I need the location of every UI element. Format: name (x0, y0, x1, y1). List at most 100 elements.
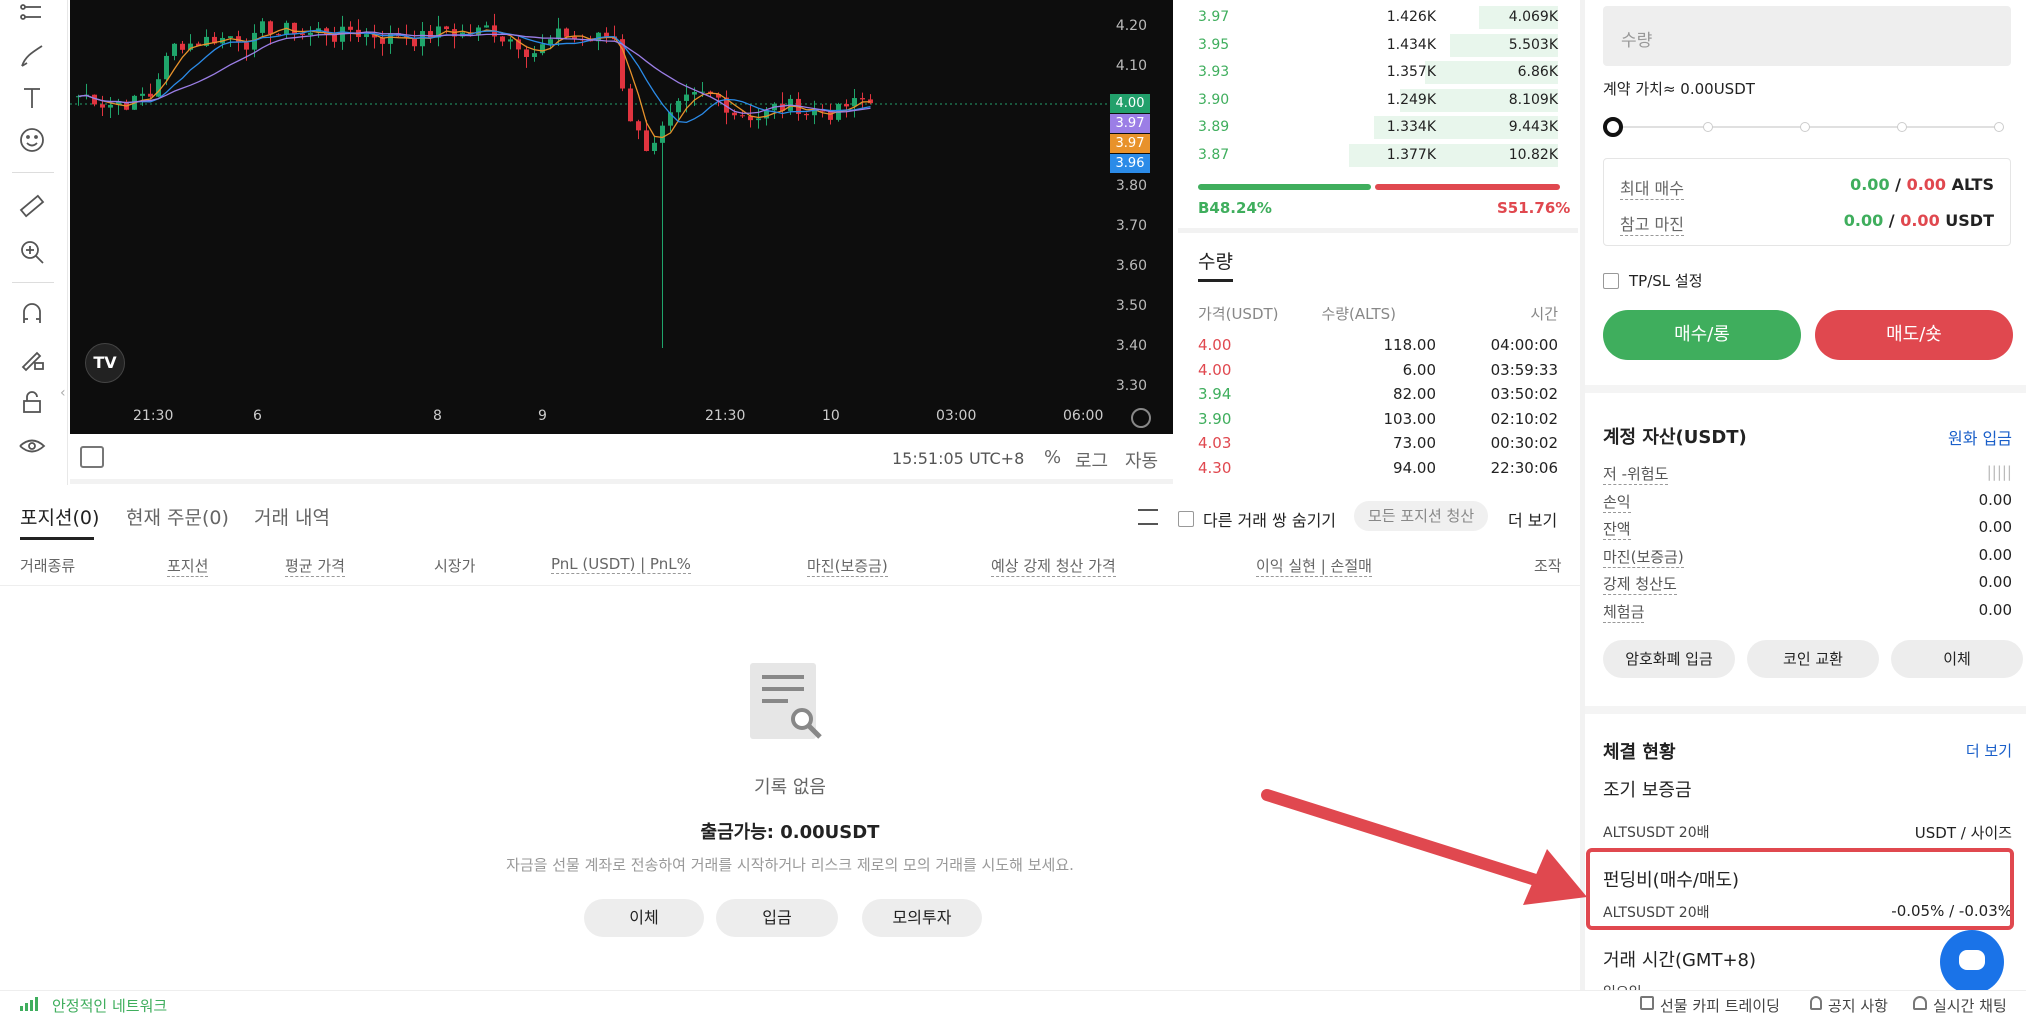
orderbook-qty: 1.249K (1386, 91, 1436, 108)
tpsl-checkbox[interactable] (1603, 273, 1619, 289)
x-tick: 21:30 (133, 408, 174, 424)
demo-trading-button[interactable]: 모의투자 (862, 899, 982, 937)
text-icon[interactable] (14, 80, 50, 116)
hide-other-pairs-checkbox[interactable] (1178, 511, 1194, 527)
orderbook-row[interactable]: 3.93 1.357K 6.86K (1198, 59, 1558, 86)
settings-gear-icon[interactable] (1131, 408, 1151, 428)
contract-more-link[interactable]: 더 보기 (1966, 740, 2012, 761)
candle-body (812, 110, 817, 116)
trade-qty: 82.00 (1393, 385, 1436, 403)
slider-stop[interactable] (1800, 122, 1810, 132)
slider-stop[interactable] (1994, 122, 2004, 132)
tab-trade-history[interactable]: 거래 내역 (254, 503, 330, 530)
orderbook-row[interactable]: 3.87 1.377K 10.82K (1198, 142, 1558, 169)
coin-swap-button[interactable]: 코인 교환 (1747, 640, 1879, 678)
account-row-value: ||||| (1986, 463, 2012, 481)
eye-icon[interactable] (14, 428, 50, 464)
orderbook-qty: 1.357K (1386, 64, 1436, 80)
col-header: 거래종류 (20, 557, 76, 575)
candle-body (228, 36, 233, 38)
ruler-icon[interactable] (14, 188, 50, 224)
live-chat-button[interactable] (1940, 930, 2004, 994)
network-status: 안정적인 네트워크 (52, 997, 168, 1015)
price-tag-last: 4.00 (1110, 94, 1150, 113)
brush-icon[interactable] (14, 38, 50, 74)
tab-positions[interactable]: 포지션(0) (20, 503, 99, 530)
orderbook-row[interactable]: 3.95 1.434K 5.503K (1198, 32, 1558, 59)
orderbook-row[interactable]: 3.90 1.249K 8.109K (1198, 87, 1558, 114)
more-link[interactable]: 더 보기 (1508, 507, 1557, 531)
trend-line-icon[interactable] (14, 0, 50, 32)
deposit-button[interactable]: 입금 (716, 899, 838, 937)
orderbook-row[interactable]: 3.89 1.334K 9.443K (1198, 114, 1558, 141)
y-tick: 3.60 (1115, 258, 1147, 274)
col-header: 마진(보증금) (807, 557, 888, 577)
sell-short-button[interactable]: 매도/숏 (1815, 310, 2013, 360)
filter-sort-icon[interactable] (1138, 509, 1158, 525)
trade-qty: 73.00 (1393, 434, 1436, 452)
x-tick: 03:00 (936, 408, 977, 424)
candle-body (276, 34, 281, 36)
buy-long-button[interactable]: 매수/롱 (1603, 310, 1801, 360)
account-row-label: 손익 (1603, 492, 1631, 513)
pencil-lock-icon[interactable] (14, 340, 50, 376)
positions-panel: 포지션(0) 현재 주문(0) 거래 내역 다른 거래 쌍 숨기기 모든 포지션… (0, 485, 1580, 990)
max-buy-label: 최대 매수 (1620, 175, 1684, 200)
candle-body (332, 34, 337, 42)
col-header: 포지션 (167, 557, 209, 577)
leverage-slider-handle[interactable] (1603, 117, 1623, 137)
zoom-in-icon[interactable] (14, 234, 50, 270)
trade-time: 03:50:02 (1490, 385, 1558, 403)
collapse-arrow-icon[interactable]: ‹ (60, 385, 68, 405)
orderbook-price: 3.95 (1198, 36, 1230, 53)
tab-quantity[interactable]: 수량 (1198, 247, 1233, 274)
col-header: 예상 강제 청산 가격 (991, 557, 1116, 577)
headset-icon (1913, 996, 1927, 1010)
close-all-button[interactable]: 모든 포지션 청산 (1354, 501, 1489, 531)
crypto-deposit-button[interactable]: 암호화폐 입금 (1603, 640, 1735, 678)
log-toggle[interactable]: 로그 (1075, 447, 1108, 473)
auto-toggle[interactable]: 자동 (1125, 447, 1158, 473)
order-book: 3.97 1.426K 4.069K 3.95 1.434K 5.503K 3.93 1.35… (1178, 0, 1578, 232)
chat-bubble-icon (1959, 950, 1985, 970)
candle-body (628, 88, 633, 122)
candle-body (268, 21, 273, 35)
account-transfer-button[interactable]: 이체 (1891, 640, 2023, 678)
live-chat-link[interactable]: 실시간 채팅 (1933, 995, 2007, 1016)
candle-body (180, 43, 185, 50)
orderbook-price: 3.87 (1198, 146, 1230, 163)
y-tick: 4.10 (1115, 58, 1147, 74)
candle-body (860, 98, 865, 100)
slider-stop[interactable] (1897, 122, 1907, 132)
candle-body (852, 98, 857, 107)
quantity-input[interactable]: 수량 (1603, 6, 2011, 66)
notice-link[interactable]: 공지 사항 (1828, 995, 1888, 1016)
orderbook-row[interactable]: 3.97 1.426K 4.069K (1198, 4, 1558, 31)
lock-icon[interactable] (14, 384, 50, 420)
y-tick: 3.80 (1115, 178, 1147, 194)
price-chart[interactable]: 4.20 4.10 3.80 3.70 3.60 3.50 3.40 3.30 … (70, 0, 1173, 434)
krw-deposit-link[interactable]: 원화 입금 (1948, 425, 2012, 449)
sell-ratio: S51.76% (1497, 199, 1571, 217)
y-tick: 4.20 (1115, 18, 1147, 34)
calendar-goto-icon[interactable] (80, 446, 104, 468)
candle-body (308, 32, 313, 35)
transfer-button[interactable]: 이체 (584, 899, 704, 937)
emoji-icon[interactable] (14, 122, 50, 158)
trade-row: 4.00 118.00 04:00:00 (1198, 336, 1558, 361)
account-row-value: 0.00 (1978, 490, 2012, 509)
tab-open-orders[interactable]: 현재 주문(0) (126, 503, 229, 530)
tradingview-logo: TV (85, 343, 125, 383)
slider-stop[interactable] (1703, 122, 1713, 132)
candle-body (444, 26, 449, 30)
magnet-icon[interactable] (14, 296, 50, 332)
copy-trading-link[interactable]: 선물 카피 트레이딩 (1660, 995, 1780, 1016)
candle-body (660, 125, 665, 143)
trade-time: 04:00:00 (1490, 336, 1558, 354)
hide-other-pairs-label: 다른 거래 쌍 숨기기 (1203, 511, 1337, 530)
candle-body (556, 28, 561, 40)
candle-body (740, 115, 745, 117)
percent-toggle[interactable]: % (1044, 447, 1061, 468)
orderbook-qty: 1.334K (1386, 119, 1436, 135)
order-summary-box: 최대 매수 0.00 / 0.00 ALTS 참고 마진 0.00 / 0.00… (1603, 158, 2011, 246)
